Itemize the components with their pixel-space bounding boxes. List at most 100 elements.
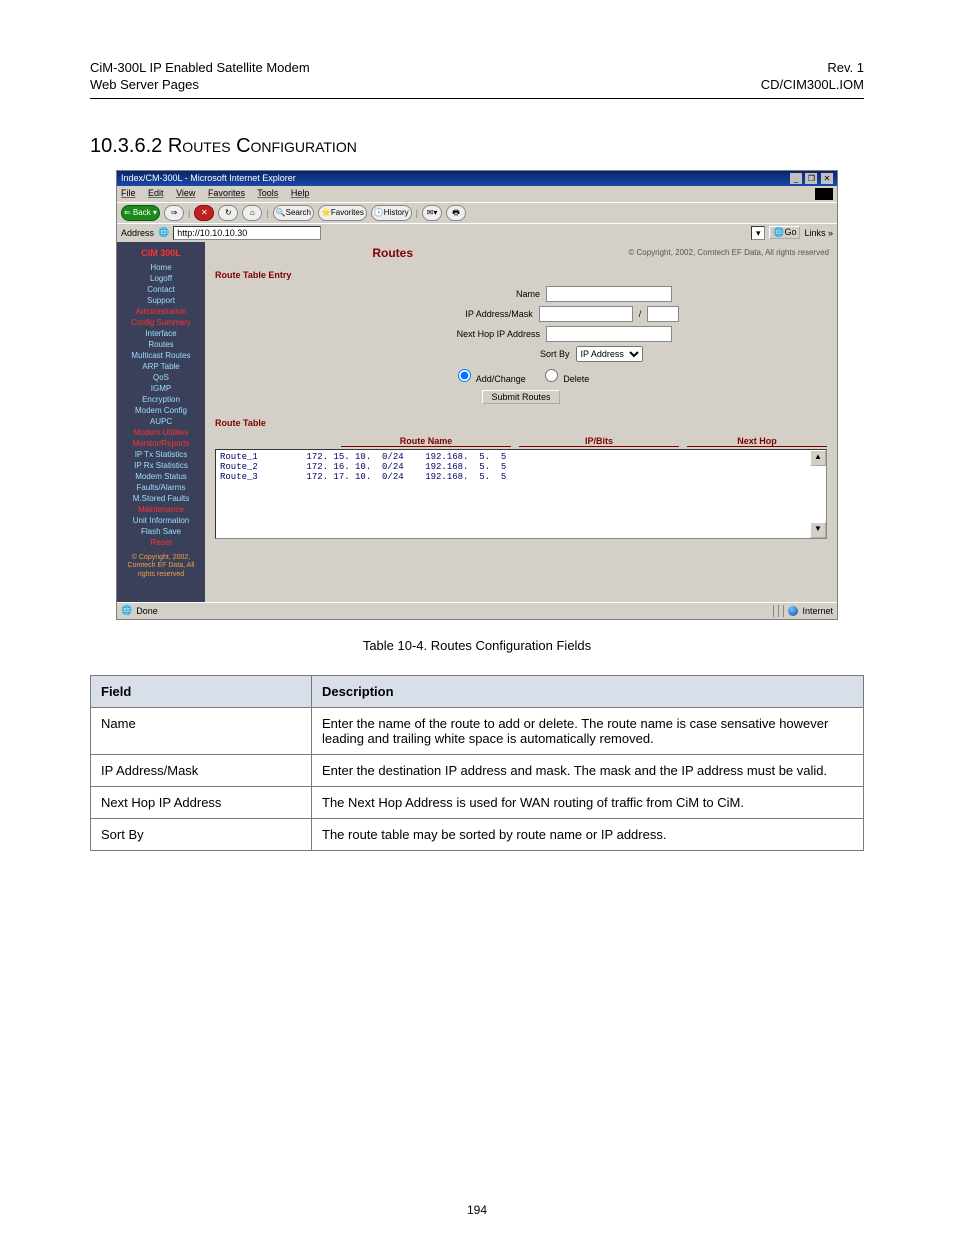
- table-caption: Table 10-4. Routes Configuration Fields: [90, 638, 864, 653]
- menu-tools[interactable]: Tools: [257, 188, 278, 198]
- sidebar-item-monitor-reports[interactable]: Monitor/Reports: [117, 438, 205, 449]
- submit-routes-button[interactable]: Submit Routes: [482, 390, 559, 404]
- sidebar-item-m-stored-faults[interactable]: M.Stored Faults: [117, 493, 205, 504]
- delete-radio[interactable]: Delete: [540, 366, 590, 384]
- sidebar-item-home[interactable]: Home: [117, 262, 205, 273]
- route-table-headers: Route Name IP/Bits Next Hop: [205, 432, 837, 449]
- home-button[interactable]: ⌂: [242, 205, 262, 221]
- links-button[interactable]: Links »: [804, 228, 833, 238]
- field-desc-cell: The route table may be sorted by route n…: [312, 818, 864, 850]
- scroll-down-icon[interactable]: ▼: [810, 522, 826, 538]
- sidebar-item-arp-table[interactable]: ARP Table: [117, 361, 205, 372]
- sidebar-item-administration[interactable]: Administration: [117, 306, 205, 317]
- route-table-listbox[interactable]: Route_1 172. 15. 10. 0/24 192.168. 5. 5 …: [215, 449, 827, 539]
- address-dropdown-icon[interactable]: ▾: [751, 226, 765, 240]
- nexthop-field[interactable]: [546, 326, 672, 342]
- go-button[interactable]: 🌐Go: [769, 226, 800, 239]
- sidebar-item-modem-utilities[interactable]: Modem Utilities: [117, 427, 205, 438]
- sidebar-item-support[interactable]: Support: [117, 295, 205, 306]
- sidebar-item-maintenance[interactable]: Maintenance: [117, 504, 205, 515]
- delete-label: Delete: [563, 374, 589, 384]
- menu-edit[interactable]: Edit: [148, 188, 164, 198]
- print-button[interactable]: 🖶: [446, 205, 466, 221]
- page-copyright: © Copyright, 2002, Comtech EF Data, All …: [413, 248, 829, 257]
- address-icon: 🌐: [158, 227, 169, 238]
- stop-button[interactable]: ✕: [194, 205, 214, 221]
- fields-header-description: Description: [312, 675, 864, 707]
- field-name-cell: Sort By: [91, 818, 312, 850]
- page-number: 194: [0, 1203, 954, 1217]
- col-next-hop: Next Hop: [687, 436, 827, 447]
- sidebar-item-modem-config[interactable]: Modem Config: [117, 405, 205, 416]
- addchange-label: Add/Change: [476, 374, 526, 384]
- delete-radio-input[interactable]: [545, 369, 558, 382]
- sidebar-item-unit-information[interactable]: Unit Information: [117, 515, 205, 526]
- search-button[interactable]: 🔍Search: [273, 205, 314, 221]
- back-button[interactable]: ⇐ Back ▾: [121, 205, 160, 221]
- table-row: NameEnter the name of the route to add o…: [91, 707, 864, 754]
- menu-file[interactable]: File: [121, 188, 136, 198]
- sidebar-item-reset[interactable]: Reset: [117, 537, 205, 548]
- address-label: Address: [121, 228, 154, 238]
- history-button[interactable]: 🕓History: [371, 205, 412, 221]
- sidebar-item-contact[interactable]: Contact: [117, 284, 205, 295]
- field-name-cell: Name: [91, 707, 312, 754]
- sidebar-item-aupc[interactable]: AUPC: [117, 416, 205, 427]
- entry-legend: Route Table Entry: [215, 270, 827, 284]
- ip-field[interactable]: [539, 306, 633, 322]
- field-desc-cell: The Next Hop Address is used for WAN rou…: [312, 786, 864, 818]
- maximize-button[interactable]: ❐: [805, 173, 817, 184]
- sidebar: CiM 300L HomeLogoffContactSupportAdminis…: [117, 242, 205, 602]
- doc-title-right-2: CD/CIM300L.IOM: [761, 77, 864, 94]
- forward-button[interactable]: ⇒: [164, 205, 184, 221]
- mail-button[interactable]: ✉▾: [422, 205, 442, 221]
- doc-title-left-1: CiM-300L IP Enabled Satellite Modem: [90, 60, 310, 77]
- section-text: Routes Configuration: [168, 135, 357, 157]
- doc-title-right-1: Rev. 1: [761, 60, 864, 77]
- sidebar-item-multicast-routes[interactable]: Multicast Routes: [117, 350, 205, 361]
- close-button[interactable]: ✕: [821, 173, 833, 184]
- toolbar: ⇐ Back ▾ ⇒ | ✕ ↻ ⌂ | 🔍Search ⭐Favorites …: [117, 202, 837, 223]
- sortby-select[interactable]: IP Address: [576, 346, 643, 362]
- status-bar: 🌐 Done Internet: [117, 602, 837, 619]
- sidebar-item-flash-save[interactable]: Flash Save: [117, 526, 205, 537]
- sidebar-item-logoff[interactable]: Logoff: [117, 273, 205, 284]
- refresh-button[interactable]: ↻: [218, 205, 238, 221]
- menu-view[interactable]: View: [176, 188, 195, 198]
- sidebar-item-modem-status[interactable]: Modem Status: [117, 471, 205, 482]
- field-name-cell: Next Hop IP Address: [91, 786, 312, 818]
- sidebar-item-qos[interactable]: QoS: [117, 372, 205, 383]
- menu-help[interactable]: Help: [291, 188, 310, 198]
- favorites-button[interactable]: ⭐Favorites: [318, 205, 367, 221]
- sidebar-item-config-summary[interactable]: Config Summary: [117, 317, 205, 328]
- route-entry-form: Route Table Entry Name IP Address/Mask /…: [205, 264, 837, 418]
- sidebar-item-interface[interactable]: Interface: [117, 328, 205, 339]
- address-bar: Address 🌐 http://10.10.10.30 ▾ 🌐Go Links…: [117, 223, 837, 242]
- main-pane: Routes © Copyright, 2002, Comtech EF Dat…: [205, 242, 837, 602]
- menubar: File Edit View Favorites Tools Help: [117, 186, 837, 202]
- window-controls: _ ❐ ✕: [789, 173, 833, 184]
- col-ip-bits: IP/Bits: [519, 436, 679, 447]
- field-desc-cell: Enter the name of the route to add or de…: [312, 707, 864, 754]
- minimize-button[interactable]: _: [790, 173, 802, 184]
- sidebar-item-ip-rx-statistics[interactable]: IP Rx Statistics: [117, 460, 205, 471]
- fields-header-field: Field: [91, 675, 312, 707]
- nexthop-label: Next Hop IP Address: [370, 329, 540, 339]
- address-input[interactable]: http://10.10.10.30: [173, 226, 321, 240]
- table-row: IP Address/MaskEnter the destination IP …: [91, 754, 864, 786]
- sidebar-brand: CiM 300L: [117, 246, 205, 262]
- ie-flag-icon: [815, 188, 833, 200]
- sidebar-item-ip-tx-statistics[interactable]: IP Tx Statistics: [117, 449, 205, 460]
- sidebar-item-igmp[interactable]: IGMP: [117, 383, 205, 394]
- fields-table: Field Description NameEnter the name of …: [90, 675, 864, 851]
- name-field[interactable]: [546, 286, 672, 302]
- mask-field[interactable]: [647, 306, 679, 322]
- sidebar-item-encryption[interactable]: Encryption: [117, 394, 205, 405]
- sidebar-item-routes[interactable]: Routes: [117, 339, 205, 350]
- status-right: Internet: [802, 606, 833, 616]
- menu-favorites[interactable]: Favorites: [208, 188, 245, 198]
- sidebar-item-faults-alarms[interactable]: Faults/Alarms: [117, 482, 205, 493]
- scroll-up-icon[interactable]: ▲: [810, 450, 826, 466]
- addchange-radio[interactable]: Add/Change: [453, 366, 526, 384]
- addchange-radio-input[interactable]: [458, 369, 471, 382]
